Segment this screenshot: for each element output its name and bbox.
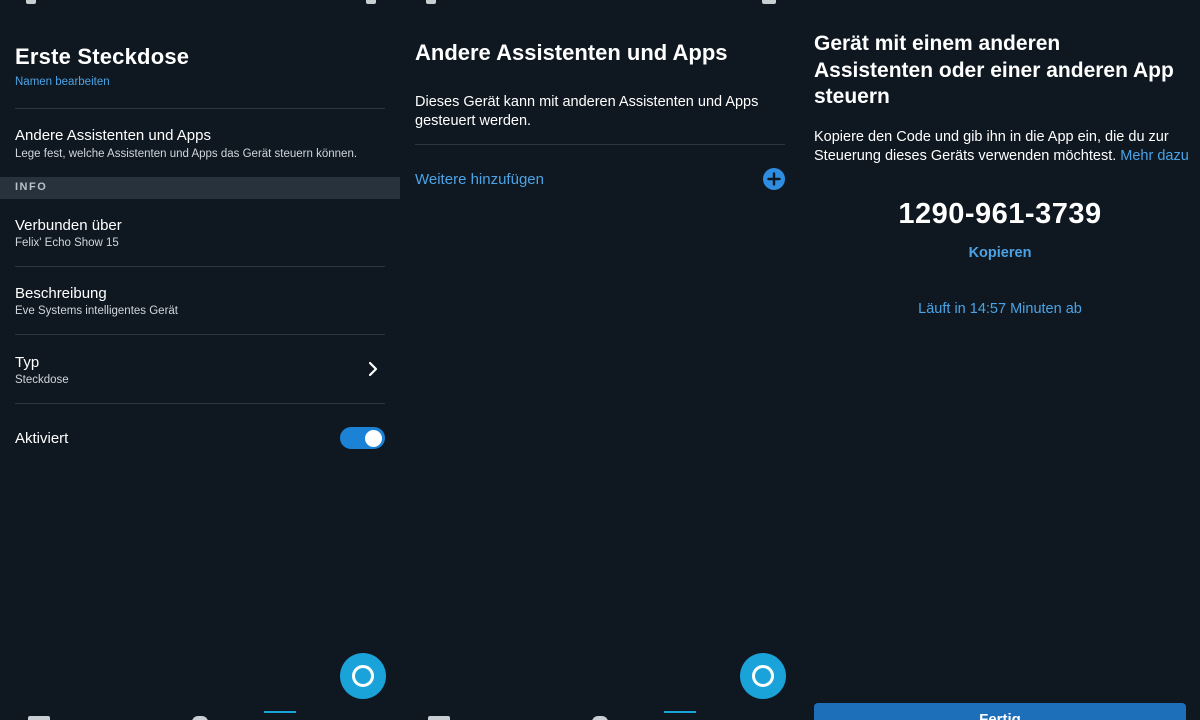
page-description: Kopiere den Code und gib ihn in die App …: [814, 128, 1192, 166]
learn-more-link[interactable]: Mehr dazu: [1120, 148, 1189, 164]
page-title: Andere Assistenten und Apps: [415, 40, 728, 65]
toggle-knob: [365, 429, 382, 447]
alexa-icon: [752, 665, 774, 687]
assistants-apps-screen: Andere Assistenten und Apps Dieses Gerät…: [400, 0, 800, 720]
page-title: Erste Steckdose: [15, 44, 190, 69]
row-title: Typ: [15, 354, 40, 371]
pairing-code: 1290-961-3739: [898, 198, 1102, 230]
row-title: Aktiviert: [15, 430, 69, 447]
copy-button[interactable]: Kopieren: [800, 245, 1200, 261]
done-button[interactable]: Fertig: [814, 703, 1186, 720]
info-section-header: INFO: [0, 177, 400, 199]
row-subtitle: Steckdose: [15, 374, 69, 386]
row-subtitle: Lege fest, welche Assistenten und Apps d…: [15, 148, 358, 160]
row-subtitle: Eve Systems intelligentes Gerät: [15, 305, 178, 317]
row-title: Verbunden über: [15, 217, 122, 234]
page-title: Gerät mit einem anderen Assistenten oder…: [814, 32, 1174, 108]
status-glyph: [762, 0, 776, 4]
divider: [15, 334, 385, 335]
expiry-text: Läuft in 14:57 Minuten ab: [918, 301, 1082, 317]
row-subtitle: Felix' Echo Show 15: [15, 237, 119, 249]
home-nav-icon[interactable]: [28, 716, 50, 720]
edit-name-link[interactable]: Namen bearbeiten: [15, 76, 110, 88]
row-title: Andere Assistenten und Apps: [15, 127, 211, 144]
alexa-button[interactable]: [740, 653, 786, 699]
add-more-label: Weitere hinzufügen: [415, 171, 544, 188]
communicate-nav-icon[interactable]: [592, 716, 608, 720]
status-glyph: [426, 0, 436, 4]
chevron-right-icon: [368, 361, 378, 377]
device-settings-screen: Erste Steckdose Namen bearbeiten Andere …: [0, 0, 400, 720]
communicate-nav-icon[interactable]: [192, 716, 208, 720]
description-text: Kopiere den Code und gib ihn in die App …: [814, 129, 1169, 164]
divider: [415, 144, 785, 145]
status-glyph: [366, 0, 376, 4]
alexa-icon: [352, 665, 374, 687]
devices-nav-indicator: [664, 711, 696, 713]
divider: [15, 266, 385, 267]
divider: [15, 108, 385, 109]
devices-nav-indicator: [264, 711, 296, 713]
enabled-toggle[interactable]: [340, 427, 385, 449]
section-header-label: INFO: [15, 181, 48, 193]
done-button-label: Fertig: [979, 711, 1021, 720]
divider: [15, 403, 385, 404]
row-title: Beschreibung: [15, 285, 107, 302]
home-nav-icon[interactable]: [428, 716, 450, 720]
alexa-button[interactable]: [340, 653, 386, 699]
status-glyph: [26, 0, 36, 4]
plus-circle-icon[interactable]: [763, 168, 785, 190]
page-description: Dieses Gerät kann mit anderen Assistente…: [415, 94, 759, 129]
control-code-screen: Gerät mit einem anderen Assistenten oder…: [800, 0, 1200, 720]
